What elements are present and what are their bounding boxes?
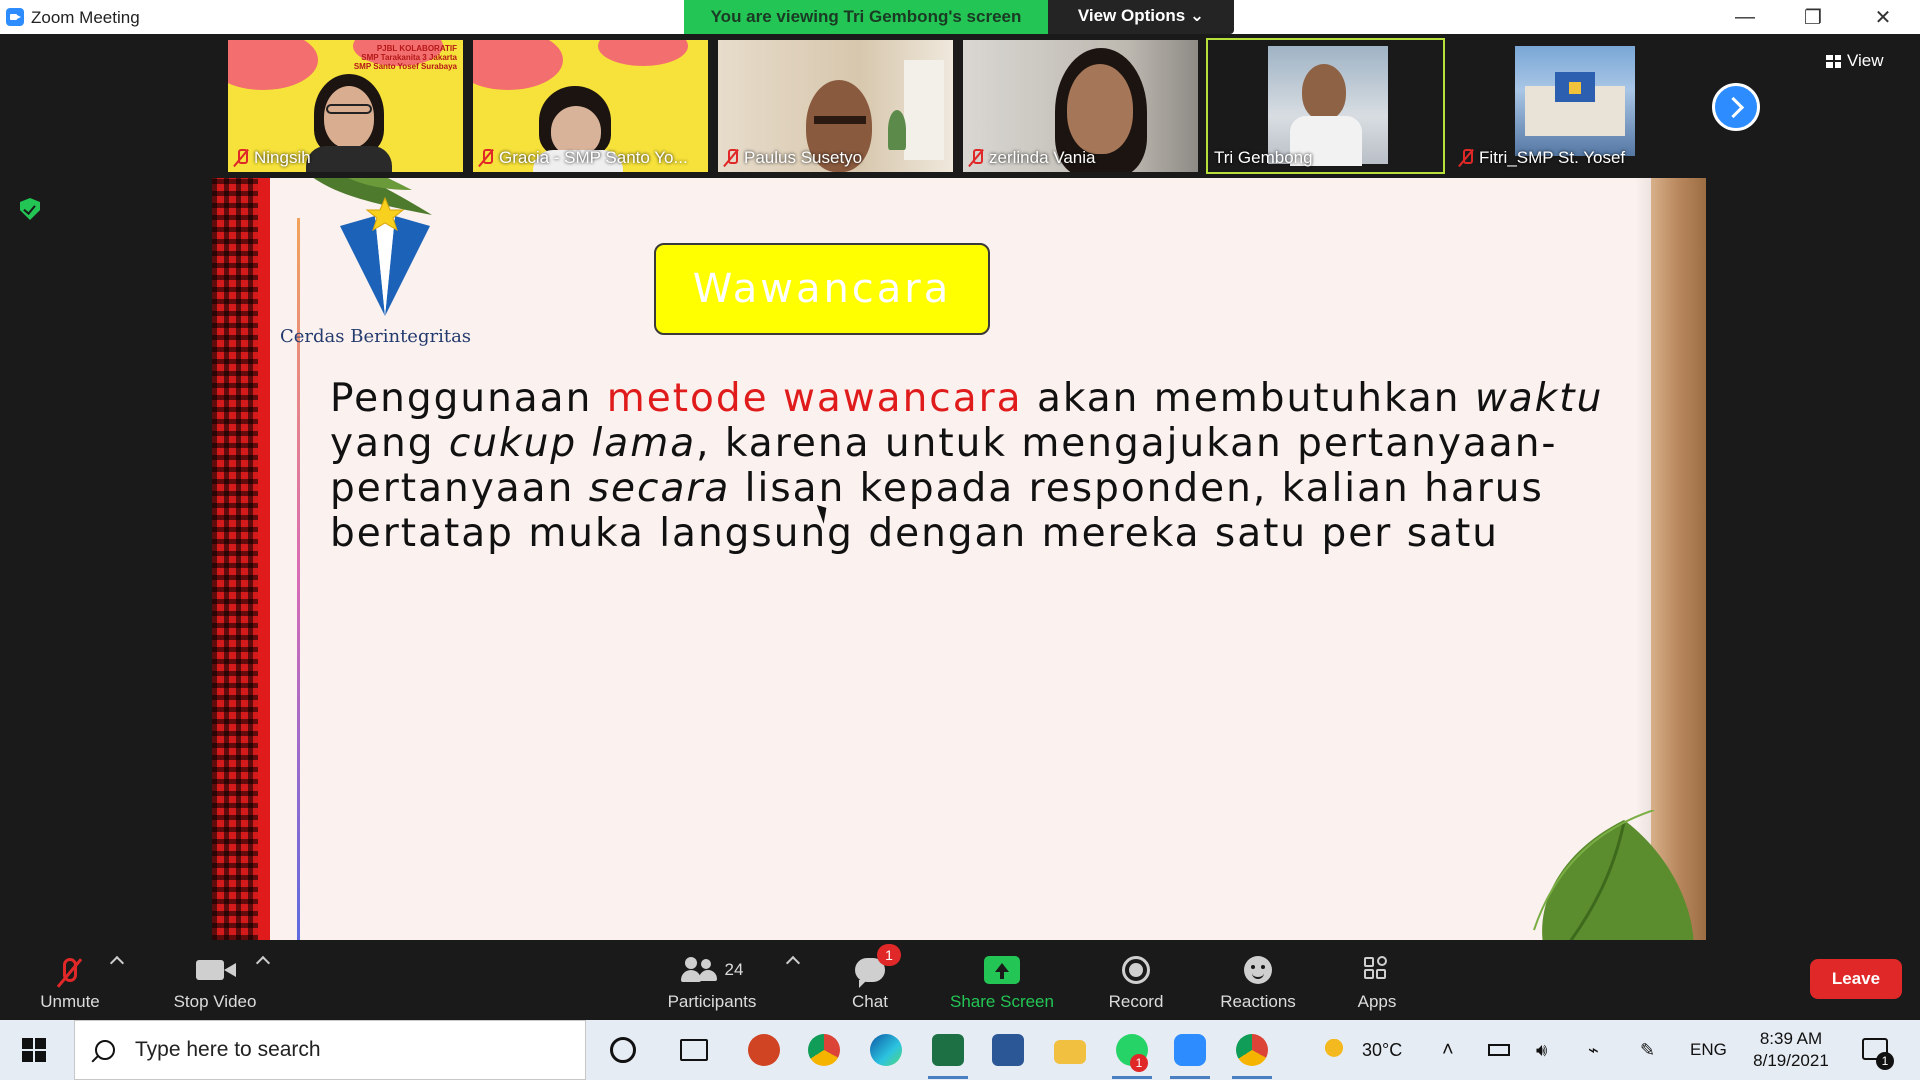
participant-tile[interactable]: Gracia - SMP Santo Yo... [471, 38, 710, 174]
participant-name: Ningsih [254, 148, 311, 167]
poster-text: PJBL KOLABORATIF SMP Tarakanita 3 Jakart… [353, 44, 457, 71]
participants-label: Participants [667, 992, 757, 1011]
muted-mic-icon [724, 149, 738, 167]
participant-name: Tri Gembong [1214, 148, 1313, 167]
meeting-toolbar: Unmute Stop Video 24 Participants Chat S… [0, 940, 1920, 1020]
participant-name: zerlinda Vania [989, 148, 1096, 167]
participant-tile[interactable]: zerlinda Vania [961, 38, 1200, 174]
share-screen-button[interactable]: Share Screen [944, 952, 1060, 1016]
view-button-label: View [1847, 51, 1884, 70]
video-camera-icon [196, 960, 236, 980]
participant-tile[interactable]: Paulus Susetyo [716, 38, 955, 174]
participant-tile[interactable]: Fitri_SMP St. Yosef [1451, 38, 1690, 174]
chat-label: Chat [852, 992, 888, 1011]
participant-tile-active[interactable]: Tri Gembong [1206, 38, 1445, 174]
leave-meeting-button[interactable]: Leave [1810, 959, 1902, 999]
participants-button[interactable]: 24 Participants [660, 952, 764, 1016]
cortana-icon[interactable] [610, 1037, 636, 1063]
microphone-muted-icon [63, 958, 77, 982]
taskbar-clock[interactable]: 8:39 AM 8/19/2021 [1735, 1028, 1847, 1072]
highlighted-phrase: metode wawancara [606, 376, 1023, 421]
weather-temperature: 30°C [1362, 1039, 1403, 1060]
weather-widget[interactable]: 30°C [1322, 1020, 1402, 1080]
audio-options-caret-icon[interactable] [109, 955, 125, 971]
muted-mic-icon [969, 149, 983, 167]
taskbar-search-input[interactable] [135, 1038, 555, 1062]
wifi-icon[interactable]: ⌁ [1588, 1020, 1599, 1080]
participant-name: Gracia - SMP Santo Yo... [499, 148, 688, 167]
clock-date: 8/19/2021 [1753, 1051, 1829, 1070]
muted-mic-icon [479, 149, 493, 167]
chat-unread-badge: 1 [877, 944, 901, 966]
participant-name: Paulus Susetyo [744, 148, 863, 167]
reactions-label: Reactions [1220, 992, 1296, 1011]
zoom-app-icon [6, 8, 24, 26]
clock-time: 8:39 AM [1759, 1029, 1823, 1048]
language-indicator[interactable]: ENG [1690, 1020, 1727, 1080]
stop-video-button[interactable]: Stop Video [160, 952, 270, 1016]
share-screen-icon [984, 956, 1020, 984]
next-participants-arrow-icon[interactable] [1712, 83, 1760, 131]
show-hidden-icons-chevron-icon[interactable]: ˄ [1442, 1020, 1454, 1080]
participants-count: 24 [724, 960, 744, 979]
volume-icon[interactable]: 🔊︎ [1536, 1020, 1547, 1080]
muted-mic-icon [1459, 149, 1473, 167]
view-layout-button[interactable]: View [1826, 48, 1884, 74]
unmute-label: Unmute [40, 992, 100, 1011]
task-view-icon[interactable] [680, 1039, 708, 1061]
leaf-decoration-icon [1533, 810, 1694, 940]
participant-thumbnail-strip: PJBL KOLABORATIF SMP Tarakanita 3 Jakart… [226, 38, 1690, 176]
taskbar-search-box[interactable] [74, 1020, 586, 1080]
edge-icon[interactable] [870, 1034, 902, 1066]
weather-sun-icon [1322, 1039, 1352, 1061]
apps-grid-icon [1364, 956, 1390, 983]
excel-icon[interactable] [932, 1034, 964, 1066]
encryption-shield-icon[interactable] [20, 198, 40, 220]
notification-count-badge: 1 [1876, 1052, 1894, 1070]
participants-icon [680, 957, 717, 983]
whatsapp-badge: 1 [1130, 1054, 1148, 1072]
window-title: Zoom Meeting [31, 8, 140, 27]
stop-video-label: Stop Video [173, 992, 257, 1011]
record-button[interactable]: Record [1096, 952, 1176, 1016]
participant-name: Fitri_SMP St. Yosef [1479, 148, 1626, 167]
reactions-button[interactable]: Reactions [1210, 952, 1306, 1016]
restore-icon[interactable]: ❐ [1778, 0, 1848, 34]
slide-title: Wawancara [654, 243, 990, 335]
chrome-icon[interactable] [808, 1034, 840, 1066]
logo-caption: Cerdas Berintegritas [280, 326, 472, 347]
search-icon [95, 1040, 115, 1060]
file-explorer-icon[interactable] [1054, 1040, 1086, 1064]
viewing-screen-banner: You are viewing Tri Gembong's screen [684, 0, 1048, 34]
pen-icon[interactable]: ✎ [1640, 1020, 1655, 1080]
zoom-taskbar-icon[interactable] [1174, 1034, 1206, 1066]
windows-start-icon[interactable] [22, 1038, 46, 1062]
close-icon[interactable]: ✕ [1848, 0, 1918, 34]
smiley-reaction-icon [1244, 956, 1272, 984]
shared-screen-slide: Cerdas Berintegritas Wawancara Penggunaa… [212, 178, 1706, 940]
share-screen-label: Share Screen [950, 992, 1054, 1011]
school-logo-icon [340, 196, 430, 316]
minimize-icon[interactable]: — [1710, 0, 1780, 34]
battery-icon[interactable] [1488, 1020, 1510, 1080]
record-icon [1122, 956, 1150, 984]
powerpoint-icon[interactable] [748, 1034, 780, 1066]
view-options-button[interactable]: View Options ⌄ [1048, 0, 1234, 34]
word-icon[interactable] [992, 1034, 1024, 1066]
apps-button[interactable]: Apps [1342, 952, 1412, 1016]
slide-body-text: Penggunaan metode wawancara akan membutu… [330, 376, 1604, 556]
unmute-button[interactable]: Unmute [30, 952, 110, 1016]
windows-taskbar: 1 30°C ˄ 🔊︎ ⌁ ✎ ENG 8:39 AM 8/19/2021 1 [0, 1020, 1920, 1080]
chrome-profile-icon[interactable] [1236, 1034, 1268, 1066]
record-label: Record [1108, 992, 1164, 1011]
apps-label: Apps [1357, 992, 1397, 1011]
grid-view-icon [1826, 54, 1841, 68]
participants-options-caret-icon[interactable] [785, 955, 801, 971]
participant-tile[interactable]: PJBL KOLABORATIF SMP Tarakanita 3 Jakart… [226, 38, 465, 174]
muted-mic-icon [234, 149, 248, 167]
